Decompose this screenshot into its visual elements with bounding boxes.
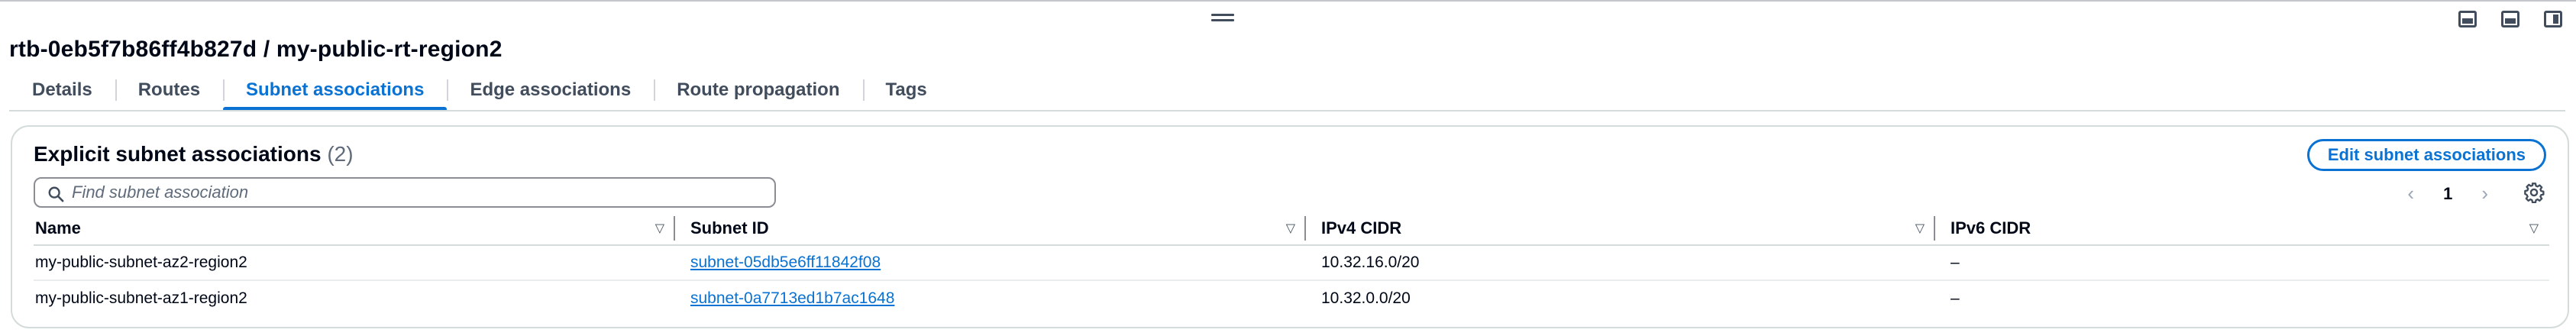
column-label: IPv4 CIDR xyxy=(1321,218,1402,237)
cell-name: my-public-subnet-az1-region2 xyxy=(35,289,247,307)
sort-down-icon[interactable]: ▽ xyxy=(655,221,664,236)
tabs-divider xyxy=(9,110,2565,111)
column-header-name[interactable]: Name ▽ xyxy=(34,212,675,245)
page-title: rtb-0eb5f7b86ff4b827d / my-public-rt-reg… xyxy=(9,37,503,62)
column-header-subnet-id[interactable]: Subnet ID ▽ xyxy=(675,212,1306,245)
search-input[interactable]: Find subnet association xyxy=(34,177,776,208)
search-placeholder: Find subnet association xyxy=(72,183,249,202)
gear-icon-graphic xyxy=(2524,183,2545,203)
layout-controls xyxy=(2458,11,2562,27)
cell-name: my-public-subnet-az2-region2 xyxy=(35,254,247,271)
tab-list: Details Routes Subnet associations Edge … xyxy=(9,70,950,111)
column-label: Name xyxy=(35,218,81,237)
subnet-id-link[interactable]: subnet-05db5e6ff11842f08 xyxy=(690,254,881,271)
edit-subnet-associations-button[interactable]: Edit subnet associations xyxy=(2306,139,2546,171)
sort-down-icon[interactable]: ▽ xyxy=(2529,221,2539,236)
subnet-associations-table: Name ▽ Subnet ID ▽ IPv4 CIDR ▽ IPv6 CIDR… xyxy=(34,212,2549,316)
table-row: my-public-subnet-az2-region2 subnet-05db… xyxy=(34,246,2549,281)
drag-handle-icon[interactable] xyxy=(1211,14,1234,24)
panel-title: Explicit subnet associations (2) xyxy=(34,142,354,166)
tab-details[interactable]: Details xyxy=(9,70,115,110)
cell-ipv4-cidr: 10.32.16.0/20 xyxy=(1321,254,1420,271)
cell-subnet-id: subnet-0a7713ed1b7ac1648 xyxy=(675,289,1306,308)
top-border xyxy=(0,0,2576,2)
panel-title-text: Explicit subnet associations xyxy=(34,142,322,166)
column-header-ipv6-cidr[interactable]: IPv6 CIDR ▽ xyxy=(1935,212,2549,245)
chevron-left-icon[interactable]: ‹ xyxy=(2407,182,2414,205)
tab-tags[interactable]: Tags xyxy=(862,70,950,110)
cell-ipv4-cidr: 10.32.0.0/20 xyxy=(1321,289,1411,307)
panel-split-icon[interactable] xyxy=(2501,11,2519,27)
sort-down-icon[interactable]: ▽ xyxy=(1915,221,1925,236)
subnet-id-link[interactable]: subnet-0a7713ed1b7ac1648 xyxy=(690,289,894,307)
tab-subnet-associations[interactable]: Subnet associations xyxy=(223,70,448,111)
chevron-right-icon[interactable]: › xyxy=(2481,182,2488,205)
subnet-associations-panel: Explicit subnet associations (2) Edit su… xyxy=(11,125,2569,328)
column-header-ipv4-cidr[interactable]: IPv4 CIDR ▽ xyxy=(1306,212,1935,245)
cell-ipv6-cidr: – xyxy=(1951,289,1960,307)
cell-ipv6-cidr: – xyxy=(1951,254,1960,271)
tab-route-propagation[interactable]: Route propagation xyxy=(654,70,862,110)
page-number[interactable]: 1 xyxy=(2443,184,2452,204)
tab-edge-associations[interactable]: Edge associations xyxy=(447,70,654,110)
table-row: my-public-subnet-az1-region2 subnet-0a77… xyxy=(34,281,2549,316)
search-icon xyxy=(48,186,64,202)
table-header: Name ▽ Subnet ID ▽ IPv4 CIDR ▽ IPv6 CIDR… xyxy=(34,212,2549,246)
panel-side-icon[interactable] xyxy=(2544,11,2562,27)
sort-down-icon[interactable]: ▽ xyxy=(1286,221,1295,236)
column-label: Subnet ID xyxy=(690,218,769,237)
tab-routes[interactable]: Routes xyxy=(115,70,223,110)
association-count: (2) xyxy=(327,142,354,166)
pagination: ‹ 1 › xyxy=(2407,182,2488,205)
gear-icon[interactable] xyxy=(2520,179,2548,206)
column-label: IPv6 CIDR xyxy=(1951,218,2031,237)
cell-subnet-id: subnet-05db5e6ff11842f08 xyxy=(675,254,1306,272)
panel-bottom-icon[interactable] xyxy=(2458,11,2477,27)
